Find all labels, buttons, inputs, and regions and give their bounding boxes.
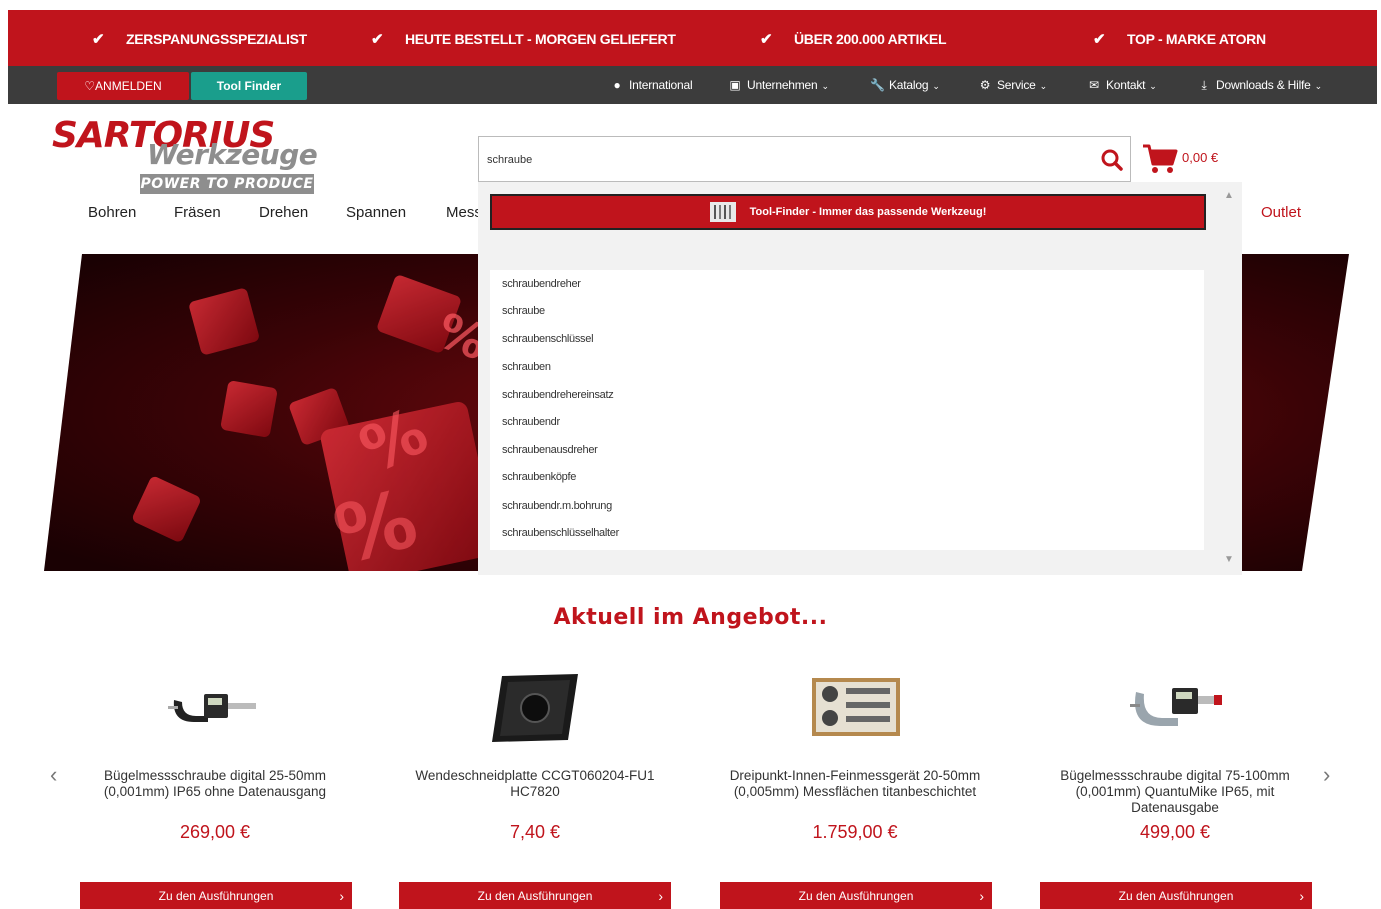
product-price: 499,00 € xyxy=(1139,822,1211,842)
check-icon: ✔ xyxy=(1093,31,1106,48)
nav-unternehmen[interactable]: ▣ Unternehmen ⌄ xyxy=(728,66,829,104)
nav-downloads[interactable]: ⤓ Downloads & Hilfe ⌄ xyxy=(1197,66,1322,104)
chevron-down-icon: ⌄ xyxy=(932,81,940,91)
category-outlet[interactable]: Outlet xyxy=(1261,204,1301,221)
category-bohren[interactable]: Bohren xyxy=(88,204,136,221)
envelope-icon: ✉ xyxy=(1089,78,1099,92)
suggestion-item[interactable]: schraubenköpfe xyxy=(502,471,576,483)
suggestion-item[interactable]: schrauben xyxy=(502,361,551,373)
category-drehen[interactable]: Drehen xyxy=(259,204,308,221)
search-suggestions-dropdown: Tool-Finder - Immer das passende Werkzeu… xyxy=(478,182,1242,575)
product-name[interactable]: Wendeschneidplatte CCGT060204-FU1 HC7820 xyxy=(390,768,680,800)
search-icon[interactable] xyxy=(1099,147,1125,173)
service-navbar: ♡ANMELDEN Tool Finder ● International ▣ Un… xyxy=(8,66,1377,104)
user-icon: ♡ xyxy=(84,79,96,93)
carousel-prev-icon[interactable]: ‹ xyxy=(50,762,57,788)
cart-total[interactable]: 0,00 € xyxy=(1182,150,1218,165)
product-name[interactable]: Bügelmessschraube digital 75-100mm (0,00… xyxy=(1030,768,1320,816)
product-name[interactable]: Dreipunkt-Innen-Feinmessgerät 20-50mm (0… xyxy=(710,768,1000,800)
chevron-down-icon: ⌄ xyxy=(1039,81,1048,91)
check-icon: ✔ xyxy=(760,31,773,48)
chevron-down-icon: ⌄ xyxy=(821,81,830,91)
product-details-button[interactable]: Zu den Ausführungen › xyxy=(1040,882,1312,909)
usp-item: ✔ HEUTE BESTELLT - MORGEN GELIEFERT xyxy=(371,10,676,66)
suggestion-item[interactable]: schraubendr.m.bohrung xyxy=(502,500,612,512)
chevron-right-icon: › xyxy=(1299,888,1304,904)
product-price: 7,40 € xyxy=(509,822,561,842)
offers-heading: Aktuell im Angebot... xyxy=(553,605,828,630)
suggestion-item[interactable]: schraubendreher xyxy=(502,278,581,290)
suggestion-item[interactable]: schraubendr xyxy=(502,416,560,428)
product-details-button[interactable]: Zu den Ausführungen › xyxy=(720,882,992,909)
search-input[interactable] xyxy=(487,151,1077,169)
chevron-right-icon: › xyxy=(339,888,344,904)
suggestion-item[interactable]: schraubenschlüssel xyxy=(502,333,594,345)
chevron-down-icon: ⌄ xyxy=(1149,81,1157,91)
suggestion-item[interactable]: schraubenausdreher xyxy=(502,444,598,456)
tools-icon xyxy=(709,202,736,223)
product-price: 1.759,00 € xyxy=(812,822,898,842)
product-name[interactable]: Bügelmessschraube digital 25-50mm (0,001… xyxy=(70,768,360,800)
scroll-down-arrow-icon[interactable]: ▼ xyxy=(1224,554,1234,565)
tool-finder-button[interactable]: Tool Finder xyxy=(191,72,307,100)
check-icon: ✔ xyxy=(92,31,105,48)
suggestion-item[interactable]: schraubendrehereinsatz xyxy=(502,389,614,401)
category-spannen[interactable]: Spannen xyxy=(346,204,406,221)
category-fraesen[interactable]: Fräsen xyxy=(174,204,221,221)
chevron-right-icon: › xyxy=(979,888,984,904)
product-details-button[interactable]: Zu den Ausführungen › xyxy=(80,882,352,909)
chevron-right-icon: › xyxy=(658,888,663,904)
building-icon: ▣ xyxy=(729,78,741,92)
search-box xyxy=(478,136,1131,182)
usp-item: ✔ TOP - MARKE ATORN xyxy=(1093,10,1266,66)
usp-bar: ✔ ZERSPANUNGSSPEZIALIST ✔ HEUTE BESTELLT -… xyxy=(8,10,1377,66)
usp-item: ✔ ZERSPANUNGSSPEZIALIST xyxy=(92,10,307,66)
product-image-bore-gauge-case[interactable] xyxy=(812,678,900,736)
nav-kontakt[interactable]: ✉ Kontakt ⌄ xyxy=(1087,66,1157,104)
download-icon: ⤓ xyxy=(1201,78,1207,92)
suggestion-item[interactable]: schraube xyxy=(502,305,545,317)
nav-international[interactable]: ● International xyxy=(610,66,692,104)
check-icon: ✔ xyxy=(371,31,384,48)
site-logo[interactable]: SARTORIUS Werkzeuge POWER TO PRODUCE xyxy=(52,118,327,198)
globe-icon: ● xyxy=(613,78,621,92)
product-image-micrometer-large[interactable] xyxy=(1128,684,1224,730)
suggestion-item[interactable]: schraubenschlüsselhalter xyxy=(502,527,619,539)
wrench-icon: 🔧 xyxy=(870,78,885,92)
scroll-up-arrow-icon[interactable]: ▲ xyxy=(1224,190,1234,201)
service-icon: ⚙ xyxy=(979,78,991,92)
product-image-micrometer[interactable] xyxy=(168,688,260,728)
chevron-down-icon: ⌄ xyxy=(1314,81,1323,91)
category-messen[interactable]: Mess xyxy=(446,204,482,221)
product-image-insert[interactable] xyxy=(488,672,580,744)
login-button[interactable]: ♡ANMELDEN xyxy=(57,72,189,100)
cart-icon[interactable] xyxy=(1142,143,1178,175)
suggestion-list: schraubendreher schraube schraubenschlüs… xyxy=(490,270,1204,550)
product-price: 269,00 € xyxy=(179,822,251,842)
nav-service[interactable]: ⚙ Service ⌄ xyxy=(978,66,1047,104)
tool-finder-banner[interactable]: Tool-Finder - Immer das passende Werkzeu… xyxy=(490,194,1206,230)
product-details-button[interactable]: Zu den Ausführungen › xyxy=(399,882,671,909)
usp-item: ✔ ÜBER 200.000 ARTIKEL xyxy=(760,10,947,66)
carousel-next-icon[interactable]: › xyxy=(1323,762,1330,788)
nav-katalog[interactable]: 🔧 Katalog ⌄ xyxy=(870,66,940,104)
